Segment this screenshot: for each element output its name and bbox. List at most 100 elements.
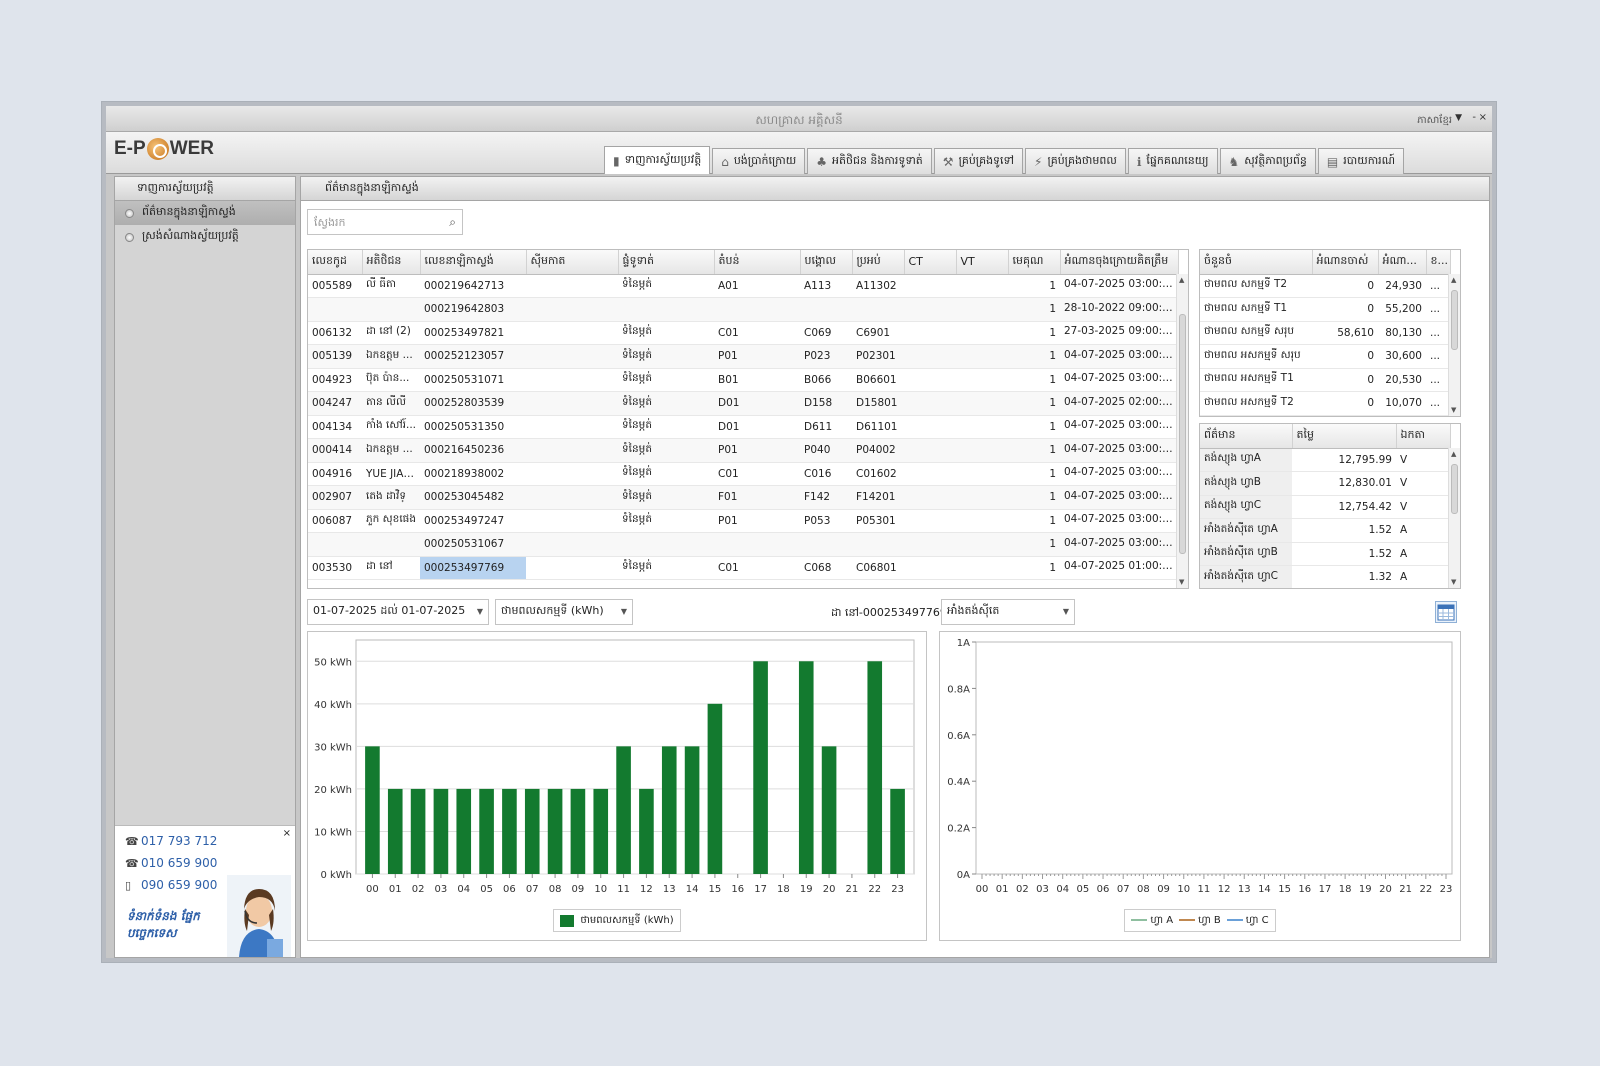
tab-report[interactable]: ▤ របាយការណ៍: [1317, 148, 1405, 174]
bar[interactable]: [707, 703, 723, 874]
bar[interactable]: [798, 661, 814, 874]
search-icon[interactable]: ⌕: [449, 215, 456, 230]
bar[interactable]: [410, 788, 426, 874]
chevron-down-icon[interactable]: ▼: [1455, 113, 1462, 123]
tab-info[interactable]: ℹ ផ្នែកគណនេយ្យ: [1127, 148, 1218, 174]
bar[interactable]: [684, 746, 700, 874]
table-row[interactable]: ថាមពល អសកម្មទី សរុប 0 30,600...: [1200, 344, 1450, 369]
table-row[interactable]: 000219642803 128-10-2022 09:00:50 ល...: [308, 297, 1178, 322]
scroll-down-icon[interactable]: ▼: [1451, 406, 1456, 414]
table-row[interactable]: 004923 ប៊ុត ប៉ាន... 000250531071 ទំនៃម្ភត់ B…: [308, 368, 1178, 392]
tab-energy[interactable]: ⚡ គ្រប់គ្រងថាមពល: [1025, 148, 1126, 174]
date-range-select[interactable]: 01-07-2025 ដល់ 01-07-2025 ▼: [307, 599, 489, 625]
sidebar-item-auto-reading[interactable]: ស្រង់សំណាងស្វ័យប្រវត្តិ: [115, 225, 295, 249]
column-header[interactable]: បង្គោល: [800, 250, 853, 275]
column-header[interactable]: មេគុណ: [1008, 250, 1061, 275]
table-row[interactable]: 002907 តេង ដាវិទ្ 000253045482 ទំនៃម្ភត់ F01…: [308, 485, 1178, 510]
tab-device[interactable]: ▮ ទាញការស្វ័យប្រវត្តិ: [604, 146, 711, 174]
column-header[interactable]: ចំនួនចំ: [1200, 250, 1313, 275]
scroll-up-icon[interactable]: ▲: [1179, 276, 1184, 284]
chevron-down-icon[interactable]: ▼: [1063, 607, 1069, 616]
table-row[interactable]: 006132 ដា នៅ (2) 000253497821 ទំនៃម្ភត់ C01 C…: [308, 321, 1178, 345]
bar[interactable]: [479, 788, 494, 874]
bar[interactable]: [502, 788, 517, 874]
scroll-down-icon[interactable]: ▼: [1451, 578, 1456, 586]
column-header[interactable]: លេខនាឡិកាស្ទង់: [420, 250, 527, 275]
column-header[interactable]: ប្រអប់: [852, 250, 905, 275]
bar[interactable]: [867, 661, 883, 874]
column-header[interactable]: តម្លៃ: [1292, 424, 1397, 449]
table-row[interactable]: អាំងតង់ស៊ីតេ ហ្វាA 1.52 A: [1200, 518, 1450, 543]
close-icon[interactable]: ×: [283, 828, 291, 839]
scroll-thumb[interactable]: [1451, 464, 1458, 514]
table-row[interactable]: ថាមពល សកម្មទី T2 0 24,930...: [1200, 274, 1450, 298]
column-header[interactable]: អតិថិជន: [362, 250, 421, 275]
sidebar-item-meter-info[interactable]: ព័ត៌មានក្នុងនាឡិកាស្ទង់: [115, 201, 295, 225]
column-header[interactable]: ផ្ទំទូទាត់: [618, 250, 715, 275]
vertical-scrollbar[interactable]: ▲ ▼: [1448, 274, 1460, 416]
table-row[interactable]: តង់ស្យុង ហ្វាB 12,830.01 V: [1200, 471, 1450, 496]
column-header[interactable]: អំណានចាស់: [1312, 250, 1379, 275]
column-header[interactable]: តំបន់: [714, 250, 801, 275]
table-row[interactable]: 004134 កាំង សៅរ៍... 000250531350 ទំនៃម្ភត់ D…: [308, 415, 1178, 439]
column-header[interactable]: CT: [904, 250, 957, 275]
column-header[interactable]: ស៊ីមកាត: [526, 250, 619, 275]
chevron-down-icon[interactable]: ▼: [621, 607, 627, 616]
column-header[interactable]: អំណា...: [1378, 250, 1427, 275]
table-row[interactable]: 003530 ដា នៅ 000253497769 ទំនៃម្ភត់ C01 C068 C…: [308, 556, 1178, 580]
table-row[interactable]: 006087 ភួក សុខផេង 000253497247 ទំនៃម្ភត់ P01…: [308, 509, 1178, 533]
bar[interactable]: [753, 661, 768, 874]
table-row[interactable]: ថាមពល អសកម្មទី T2 0 10,070...: [1200, 391, 1450, 416]
table-row[interactable]: ថាមពល សកម្មទី សរុប 58,610 80,130...: [1200, 321, 1450, 345]
bar[interactable]: [387, 788, 403, 874]
bar[interactable]: [570, 788, 586, 874]
minimize-icon[interactable]: -: [1472, 112, 1476, 123]
bar[interactable]: [524, 788, 540, 874]
table-row[interactable]: 000250531067 104-07-2025 03:00:01 ល...: [308, 532, 1178, 557]
current-type-select[interactable]: អាំងតង់ស៊ីតេ ▼: [941, 599, 1075, 625]
column-header[interactable]: ឯកតា: [1396, 424, 1451, 449]
tab-users[interactable]: ♣ អតិថិជន និងការទូទាត់: [807, 148, 932, 174]
column-header[interactable]: ខ...: [1426, 250, 1451, 275]
table-row[interactable]: ថាមពល អសកម្មទី T1 0 20,530...: [1200, 368, 1450, 392]
tab-tools[interactable]: ⚒ គ្រប់គ្រងទូទៅ: [933, 148, 1023, 174]
tab-home[interactable]: ⌂ បង់ប្រាក់ក្រោយ: [712, 148, 806, 174]
table-row[interactable]: អាំងតង់ស៊ីតេ ហ្វាC 1.32 A: [1200, 565, 1450, 588]
bar[interactable]: [661, 746, 677, 874]
table-row[interactable]: 000414 ឯកឧត្តម ... 000216450236 ទំនៃម្ភត់ P0…: [308, 438, 1178, 463]
column-header[interactable]: អំណានចុងក្រោយគិតត្រឹម: [1060, 250, 1179, 275]
search-input[interactable]: ស្វែងរក ⌕: [307, 209, 463, 235]
table-row[interactable]: 004916 YUE JIAN... 000218938002 ទំនៃម្ភត់ C0…: [308, 462, 1178, 486]
bar[interactable]: [593, 788, 609, 874]
bar[interactable]: [365, 746, 380, 874]
table-row[interactable]: 004247 តាន លីលី 000252803539 ទំនៃម្ភត់ D01 D1…: [308, 391, 1178, 416]
vertical-scrollbar[interactable]: ▲ ▼: [1448, 448, 1460, 588]
bar[interactable]: [821, 746, 837, 874]
energy-type-select[interactable]: ថាមពលសកម្មទី (kWh) ▼: [495, 599, 633, 625]
table-row[interactable]: តង់ស្យុង ហ្វាA 12,795.99 V: [1200, 448, 1450, 472]
bar[interactable]: [616, 746, 631, 874]
calendar-icon[interactable]: [1435, 601, 1457, 623]
scroll-down-icon[interactable]: ▼: [1179, 578, 1184, 586]
bar[interactable]: [547, 788, 563, 874]
scroll-up-icon[interactable]: ▲: [1451, 450, 1456, 458]
bar[interactable]: [456, 788, 472, 874]
scroll-thumb[interactable]: [1451, 290, 1458, 350]
bar[interactable]: [433, 788, 449, 874]
close-icon[interactable]: ×: [1479, 112, 1487, 123]
table-row[interactable]: ថាមពល សកម្មទី T1 0 55,200...: [1200, 297, 1450, 322]
scroll-thumb[interactable]: [1179, 314, 1186, 554]
vertical-scrollbar[interactable]: ▲ ▼: [1176, 274, 1188, 588]
table-row[interactable]: តង់ស្យុង ហ្វាC 12,754.42 V: [1200, 495, 1450, 519]
column-header[interactable]: ព័ត៌មាន: [1200, 424, 1293, 449]
table-row[interactable]: អាំងតង់ស៊ីតេ ហ្វាB 1.52 A: [1200, 542, 1450, 566]
tab-security[interactable]: ♞ សុវត្ថិភាពប្រព័ន្ធ: [1219, 148, 1316, 174]
language-selector[interactable]: ភាសាខ្មែរ: [1417, 113, 1452, 128]
column-header[interactable]: លេខកូដ: [308, 250, 363, 275]
scroll-up-icon[interactable]: ▲: [1451, 276, 1456, 284]
table-row[interactable]: 005139 ឯកឧត្តម ... 000252123057 ទំនៃម្ភត់ P0…: [308, 344, 1178, 369]
bar[interactable]: [639, 788, 654, 874]
bar[interactable]: [890, 788, 905, 874]
column-header[interactable]: VT: [956, 250, 1009, 275]
chevron-down-icon[interactable]: ▼: [477, 607, 483, 616]
